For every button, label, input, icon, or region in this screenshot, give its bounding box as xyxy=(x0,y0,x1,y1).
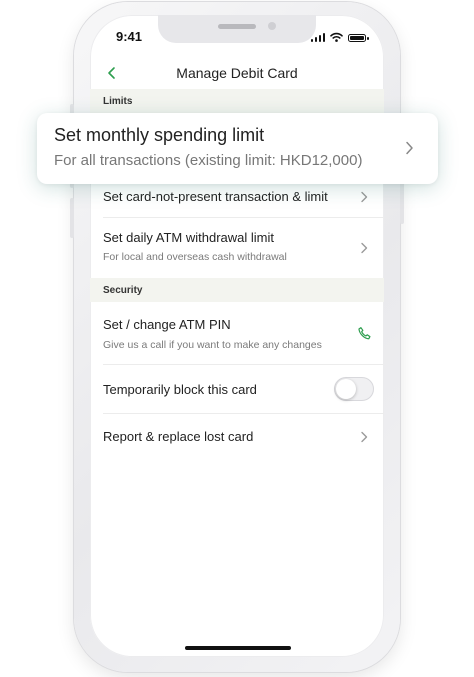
block-card-toggle[interactable] xyxy=(334,377,374,401)
chevron-right-icon xyxy=(406,141,413,155)
row-sublabel: Give us a call if you want to make any c… xyxy=(103,339,322,351)
row-change-atm-pin[interactable]: Set / change ATM PIN Give us a call if y… xyxy=(90,302,384,364)
phone-volume-down-button xyxy=(70,198,74,238)
row-temporarily-block-card: Temporarily block this card xyxy=(90,365,384,413)
toggle-knob xyxy=(336,379,356,399)
status-time: 9:41 xyxy=(116,29,143,44)
chevron-right-icon xyxy=(361,242,368,254)
chevron-right-icon xyxy=(361,191,368,203)
row-label: Temporarily block this card xyxy=(103,382,257,397)
section-header-security: Security xyxy=(90,278,384,302)
cellular-signal-icon xyxy=(310,33,325,42)
callout-subtitle: For all transactions (existing limit: HK… xyxy=(54,152,363,169)
status-icons xyxy=(310,32,369,42)
monthly-spending-limit-callout[interactable]: Set monthly spending limit For all trans… xyxy=(37,113,438,184)
battery-icon xyxy=(348,34,369,42)
row-report-lost-card[interactable]: Report & replace lost card xyxy=(90,414,384,458)
nav-bar: Manage Debit Card xyxy=(90,59,384,89)
row-daily-atm-limit[interactable]: Set daily ATM withdrawal limit For local… xyxy=(90,218,384,277)
row-label: Report & replace lost card xyxy=(103,429,254,444)
row-sublabel: For local and overseas cash withdrawal xyxy=(103,251,287,263)
row-label: Set / change ATM PIN xyxy=(103,317,231,332)
phone-notch xyxy=(158,15,316,43)
marketing-stage: 9:41 Manage Debit Card Limits Set card-n… xyxy=(0,0,474,677)
home-indicator xyxy=(185,646,291,650)
callout-title: Set monthly spending limit xyxy=(54,125,265,145)
speaker-grille xyxy=(218,24,256,29)
chevron-right-icon xyxy=(361,431,368,443)
row-label: Set card-not-present transaction & limit xyxy=(103,189,328,204)
wifi-icon xyxy=(330,32,343,42)
phone-screen: 9:41 Manage Debit Card Limits Set card-n… xyxy=(90,15,384,657)
phone-icon[interactable] xyxy=(357,326,372,341)
page-title: Manage Debit Card xyxy=(176,65,298,81)
section-header-limits: Limits xyxy=(90,89,384,113)
row-label: Set daily ATM withdrawal limit xyxy=(103,230,274,245)
front-camera xyxy=(268,22,276,30)
